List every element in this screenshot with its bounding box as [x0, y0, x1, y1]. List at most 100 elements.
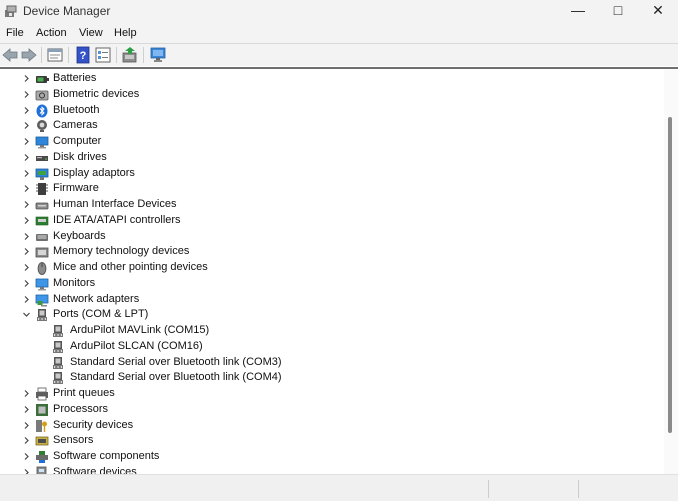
expand-chevron-icon[interactable] [21, 168, 32, 179]
tree-item-label: Keyboards [53, 229, 106, 242]
update-driver-icon[interactable] [121, 46, 139, 64]
tree-item-ardupilot-slcan[interactable]: ArduPilot SLCAN (COM16) [0, 339, 640, 355]
expand-chevron-icon[interactable] [21, 183, 32, 194]
tree-item-bt-serial-com3[interactable]: Standard Serial over Bluetooth link (COM… [0, 355, 640, 371]
sensor-icon [35, 436, 49, 446]
menu-help[interactable]: Help [114, 27, 137, 39]
port-icon [53, 356, 63, 369]
biometric-icon [35, 90, 49, 101]
tree-item-batteries[interactable]: Batteries [0, 71, 640, 87]
tree-item-display-adaptors[interactable]: Display adaptors [0, 166, 640, 182]
tree-item-label: Biometric devices [53, 87, 140, 100]
expand-chevron-icon[interactable] [21, 404, 32, 415]
menu-view[interactable]: View [79, 27, 103, 39]
help-icon[interactable]: ? [74, 46, 92, 64]
device-manager-app-icon [5, 5, 17, 17]
maximize-button[interactable]: □ [596, 0, 640, 22]
expand-chevron-icon[interactable] [21, 388, 32, 399]
tree-item-label: Software components [53, 450, 160, 462]
details-view-icon[interactable] [94, 46, 112, 64]
port-icon [53, 325, 63, 337]
tree-item-processors[interactable]: Processors [0, 402, 640, 418]
network-adapter-icon [35, 294, 49, 306]
tree-item-sensors[interactable]: Sensors [0, 433, 640, 449]
tree-item-print-queues[interactable]: Print queues [0, 386, 640, 402]
toolbar-separator [116, 47, 117, 63]
expand-chevron-icon[interactable] [21, 262, 32, 273]
tree-item-label: ArduPilot SLCAN (COM16) [70, 339, 203, 352]
tree-item-ide-ata-atapi-controllers[interactable]: IDE ATA/ATAPI controllers [0, 213, 640, 229]
tree-item-security-devices[interactable]: Security devices [0, 418, 640, 434]
bluetooth-icon [36, 104, 48, 117]
tree-item-label: Cameras [53, 119, 98, 132]
expand-chevron-icon[interactable] [21, 105, 32, 116]
tree-item-memory-technology-devices[interactable]: Memory technology devices [0, 244, 640, 260]
tree-item-bluetooth[interactable]: Bluetooth [0, 103, 640, 119]
menu-action[interactable]: Action [36, 27, 67, 39]
tree-item-bt-serial-com4[interactable]: Standard Serial over Bluetooth link (COM… [0, 370, 640, 386]
tree-item-mice-and-other-pointing-devices[interactable]: Mice and other pointing devices [0, 260, 640, 276]
expand-chevron-icon[interactable] [21, 73, 32, 84]
tree-item-label: Batteries [53, 72, 97, 84]
expand-chevron-icon[interactable] [21, 294, 32, 305]
window-title: Device Manager [23, 4, 111, 18]
tree-item-firmware[interactable]: Firmware [0, 181, 640, 197]
tree-item-network-adapters[interactable]: Network adapters [0, 292, 640, 308]
tree-item-label: Sensors [53, 434, 94, 447]
tree-item-label: IDE ATA/ATAPI controllers [53, 213, 181, 226]
software-device-icon [36, 466, 47, 474]
tree-item-cameras[interactable]: Cameras [0, 118, 640, 134]
expand-chevron-icon[interactable] [21, 467, 32, 474]
memory-icon [35, 247, 49, 258]
expand-chevron-icon[interactable] [21, 420, 32, 431]
expand-chevron-icon[interactable] [21, 451, 32, 462]
display-adapter-icon [35, 168, 49, 180]
tree-item-label: Mice and other pointing devices [53, 261, 208, 273]
expand-chevron-icon[interactable] [21, 89, 32, 100]
back-arrow-icon[interactable] [1, 46, 19, 64]
tree-item-disk-drives[interactable]: Disk drives [0, 150, 640, 166]
camera-icon [37, 120, 47, 133]
tree-item-biometric-devices[interactable]: Biometric devices [0, 87, 640, 103]
scan-hardware-changes-icon[interactable] [149, 46, 167, 64]
tree-item-monitors[interactable]: Monitors [0, 276, 640, 292]
expand-chevron-icon[interactable] [21, 435, 32, 446]
tree-item-label: Firmware [53, 182, 99, 195]
expand-chevron-icon[interactable] [21, 199, 32, 210]
hid-icon [35, 202, 49, 210]
svg-text:?: ? [80, 50, 87, 62]
processor-icon [36, 403, 48, 416]
tree-item-label: Security devices [53, 418, 134, 431]
status-divider [578, 480, 579, 498]
toolbar: ? [0, 44, 678, 66]
tree-item-software-devices[interactable]: Software devices [0, 465, 640, 474]
mouse-icon [37, 262, 47, 275]
collapse-chevron-icon[interactable] [21, 309, 32, 320]
expand-chevron-icon[interactable] [21, 278, 32, 289]
expand-chevron-icon[interactable] [21, 136, 32, 147]
computer-icon [35, 136, 49, 149]
expand-chevron-icon[interactable] [21, 120, 32, 131]
tree-item-ardupilot-mavlink[interactable]: ArduPilot MAVLink (COM15) [0, 323, 640, 339]
tree-item-keyboards[interactable]: Keyboards [0, 229, 640, 245]
scrollbar-thumb[interactable] [668, 117, 672, 433]
tree-item-label: Bluetooth [53, 103, 100, 116]
close-button[interactable]: ✕ [636, 0, 678, 22]
expand-chevron-icon[interactable] [21, 215, 32, 226]
tree-item-label: ArduPilot MAVLink (COM15) [70, 324, 210, 336]
expand-chevron-icon[interactable] [21, 246, 32, 257]
menu-file[interactable]: File [6, 27, 24, 39]
toolbar-separator [68, 47, 69, 63]
tree-item-human-interface-devices[interactable]: Human Interface Devices [0, 197, 640, 213]
vertical-scrollbar[interactable] [664, 69, 678, 474]
minimize-button[interactable]: — [556, 0, 600, 22]
security-icon [36, 419, 47, 432]
tree-item-ports[interactable]: Ports (COM & LPT) [0, 307, 640, 323]
properties-icon[interactable] [46, 46, 64, 64]
expand-chevron-icon[interactable] [21, 231, 32, 242]
forward-arrow-icon[interactable] [20, 46, 38, 64]
tree-item-computer[interactable]: Computer [0, 134, 640, 150]
toolbar-separator [143, 47, 144, 63]
tree-item-software-components[interactable]: Software components [0, 449, 640, 465]
expand-chevron-icon[interactable] [21, 152, 32, 163]
